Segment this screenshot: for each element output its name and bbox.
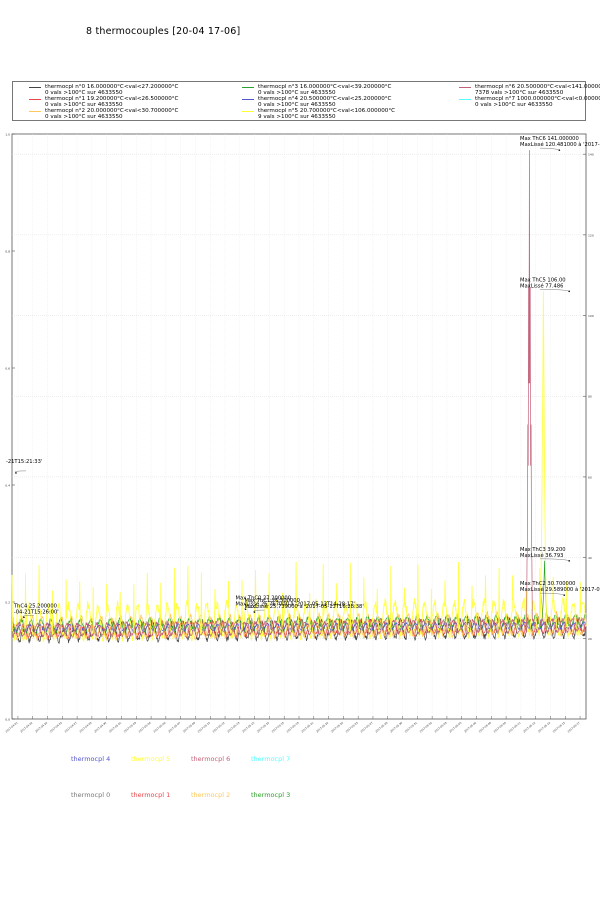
x-tick-label: 2017-04-21 <box>4 720 18 733</box>
x-tick-label: 2017-05-07 <box>167 720 181 733</box>
x-tick-label: 2017-05-12 <box>212 720 226 733</box>
x-tick-label: 2017-05-09 <box>182 720 196 733</box>
y-tick-label: 100 <box>588 314 594 318</box>
annotation-text: -21T15:21:33' <box>6 459 42 465</box>
series-label: thermocpl 1 <box>131 791 171 799</box>
annotation-text: MaxLissé 120.481000 à '2017-06-14T06:54:… <box>520 141 600 148</box>
x-tick-label: 2017-05-19 <box>286 720 300 733</box>
annotation-marker <box>568 290 570 293</box>
x-tick-label: 2017-05-15 <box>241 720 255 733</box>
x-tick-label: 2017-06-06 <box>463 720 477 733</box>
x-tick-label: 2017-06-17 <box>567 720 581 733</box>
x-tick-label: 2017-05-01 <box>108 720 122 733</box>
x-tick-label: 2017-05-10 <box>197 720 211 733</box>
y-tick-label: 0.0 <box>5 718 10 722</box>
series-label: thermocpl 7 <box>251 755 291 763</box>
annotation-leader <box>14 470 26 474</box>
y-tick-label: 20 <box>588 637 592 641</box>
x-tick-label: 2017-06-11 <box>507 720 521 733</box>
annotation-text: MaxLissé 77.486 <box>520 282 563 289</box>
x-tick-label: 2017-04-27 <box>64 720 78 733</box>
y-tick-label: 0.2 <box>5 601 10 605</box>
y-tick-label: 80 <box>588 395 592 399</box>
series-label: thermocpl 0 <box>71 791 111 799</box>
x-tick-label: 2017-04-25 <box>49 720 63 733</box>
y-tick-label: 0.6 <box>5 367 10 371</box>
x-tick-label: 2017-06-12 <box>522 720 536 733</box>
x-tick-label: 2017-05-06 <box>152 720 166 733</box>
x-tick-label: 2017-04-24 <box>34 720 48 733</box>
chart: 0.0 0.2 0.4 0.6 0.8 1.0 20 40 60 80 100 120 140 2017-… <box>4 133 600 734</box>
series-label: thermocpl 5 <box>131 755 171 763</box>
series-label: thermocpl 2 <box>191 791 231 799</box>
x-tick-label: 2017-05-27 <box>359 720 373 733</box>
x-tick-label: 2017-05-28 <box>374 720 388 733</box>
y-tick-label: 0.8 <box>5 250 10 254</box>
annotation-text: MaxLissé 25.739000 à '2017-05-13T16:28:3… <box>244 603 363 610</box>
x-tick-label: 2017-04-22 <box>19 720 33 733</box>
y-tick-label: 0.4 <box>5 484 10 488</box>
x-tick-label: 2017-06-02 <box>419 720 433 733</box>
x-tick-label: 2017-06-08 <box>478 720 492 733</box>
x-tick-label: 2017-05-03 <box>123 720 137 733</box>
x-tick-label: 2017-05-31 <box>404 720 418 733</box>
y-tick-label: 1.0 <box>5 133 10 137</box>
x-tick-label: 2017-06-14 <box>537 720 551 733</box>
x-tick-label: 2017-05-18 <box>271 720 285 733</box>
series-label: thermocpl 6 <box>191 755 231 763</box>
x-tick-label: 2017-05-21 <box>300 720 314 733</box>
annotation-leader <box>539 147 560 151</box>
annotation-text: -04-21T15:26:00' <box>14 609 59 615</box>
x-tick-label: 2017-05-13 <box>226 720 240 733</box>
x-tick-label: 2017-05-16 <box>256 720 270 733</box>
series-label: thermocpl 4 <box>71 755 111 763</box>
y-tick-label: 140 <box>588 153 594 157</box>
x-tick-label: 2017-05-24 <box>330 720 344 733</box>
annotation-leader <box>539 289 570 292</box>
y-tick-label: 120 <box>588 233 594 237</box>
x-tick-label: 2017-04-30 <box>93 720 107 733</box>
annotation-text: MaxLissé 36.793 <box>520 552 563 559</box>
x-tick-label: 2017-06-15 <box>552 720 566 733</box>
x-tick-label: 2017-05-22 <box>315 720 329 733</box>
x-tick-label: 2017-06-03 <box>433 720 447 733</box>
series-label: thermocpl 3 <box>251 791 291 799</box>
x-tick-label: 2017-05-04 <box>138 720 152 733</box>
x-tick-label: 2017-06-09 <box>493 720 507 733</box>
y-tick-label: 60 <box>588 475 592 479</box>
annotation-text: MaxLissé 29.589000 à '2017-06-15T15:36:5… <box>520 586 600 593</box>
x-tick-label: 2017-04-28 <box>78 720 92 733</box>
annotation-leader <box>539 558 570 562</box>
x-tick-label: 2017-05-25 <box>345 720 359 733</box>
y-tick-label: 40 <box>588 556 592 560</box>
x-tick-label: 2017-06-05 <box>448 720 462 733</box>
x-tick-label: 2017-05-30 <box>389 720 403 733</box>
